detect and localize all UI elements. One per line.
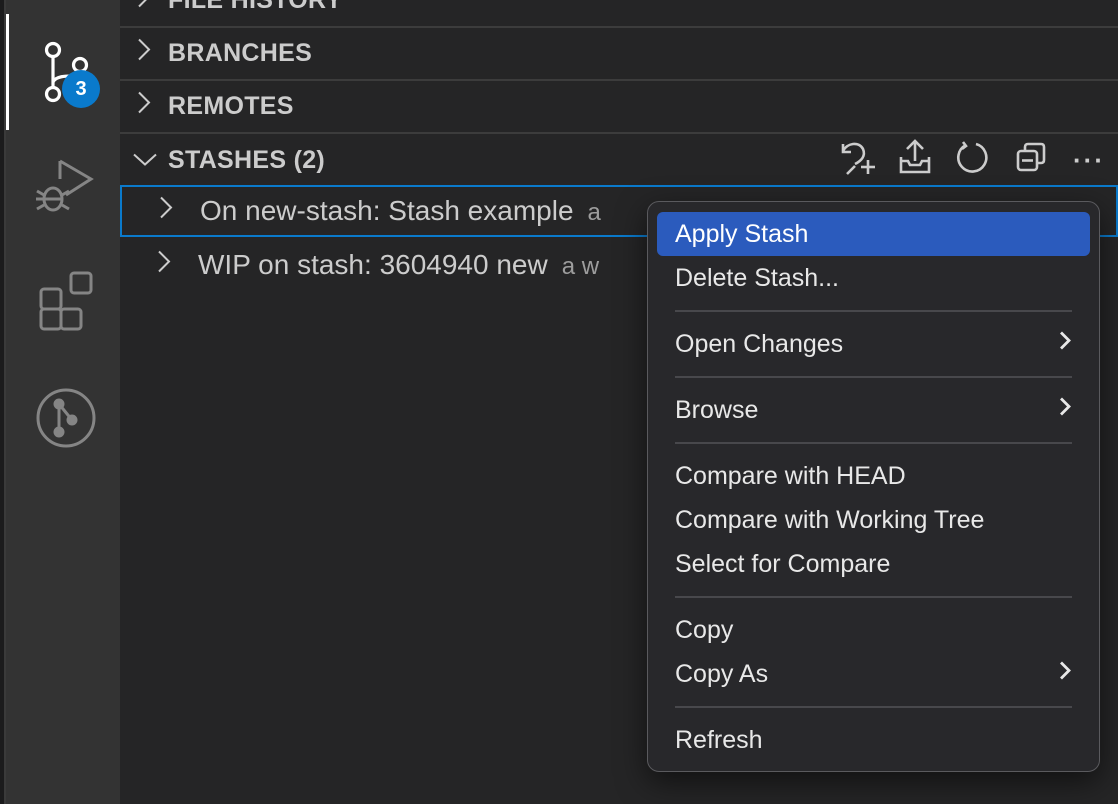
menu-item-select-for-compare[interactable]: Select for Compare [657, 542, 1090, 586]
menu-separator [657, 432, 1090, 454]
chevron-right-icon [1058, 330, 1072, 359]
section-title: STASHES (2) [168, 145, 326, 174]
extensions-icon [33, 267, 99, 333]
menu-item-label: Browse [675, 395, 759, 424]
context-menu: Apply Stash Delete Stash... Open Changes… [647, 201, 1100, 772]
apply-stash-button[interactable] [886, 134, 944, 186]
menu-separator [657, 366, 1090, 388]
menu-item-delete-stash[interactable]: Delete Stash... [657, 256, 1090, 300]
menu-item-label: Refresh [675, 725, 763, 754]
stash-changes-button[interactable] [828, 134, 886, 186]
menu-item-label: Delete Stash... [675, 263, 839, 292]
section-remotes[interactable]: REMOTES [120, 79, 1118, 131]
vscode-window: 3 BRANCHES REMOTES STASHES (2) ··· On ne… [0, 0, 1118, 804]
chevron-right-icon [1058, 660, 1072, 689]
ellipsis-icon: ··· [1073, 144, 1105, 175]
section-title: FILE HISTORY [168, 0, 342, 15]
active-indicator [6, 14, 9, 130]
activity-run-and-debug[interactable] [28, 146, 104, 222]
refresh-button[interactable] [944, 134, 1002, 186]
menu-separator [657, 696, 1090, 718]
stash-message: WIP on stash: 3604940 new [198, 249, 548, 280]
stash-label: On new-stash: Stash example a [200, 195, 601, 227]
menu-item-compare-with-head[interactable]: Compare with HEAD [657, 454, 1090, 498]
stash-message: On new-stash: Stash example [200, 195, 574, 226]
menu-item-label: Apply Stash [675, 219, 809, 248]
menu-item-compare-with-working-tree[interactable]: Compare with Working Tree [657, 498, 1090, 542]
chevron-down-icon [132, 146, 158, 175]
menu-item-label: Compare with HEAD [675, 461, 906, 490]
stash-add-icon [837, 138, 877, 183]
gitlens-icon [35, 387, 97, 449]
section-title: BRANCHES [168, 38, 313, 67]
chevron-right-icon [1058, 396, 1072, 425]
section-title: REMOTES [168, 91, 294, 120]
source-control-badge: 3 [62, 70, 100, 108]
menu-item-apply-stash[interactable]: Apply Stash [657, 212, 1090, 256]
menu-item-label: Copy [675, 615, 734, 644]
debug-alt-icon [33, 149, 99, 219]
menu-item-label: Open Changes [675, 329, 844, 358]
section-file-history[interactable]: FILE HISTORY [120, 0, 1118, 26]
stashes-toolbar: ··· [828, 134, 1118, 186]
refresh-icon [956, 140, 990, 181]
menu-item-label: Copy As [675, 659, 769, 688]
menu-item-copy-as[interactable]: Copy As [657, 652, 1090, 696]
activity-extensions[interactable] [28, 262, 104, 338]
activity-bar: 3 [6, 0, 120, 804]
chevron-right-icon [136, 0, 152, 17]
chevron-right-icon [156, 249, 172, 282]
section-branches[interactable]: BRANCHES [120, 26, 1118, 78]
chevron-right-icon [158, 195, 174, 228]
menu-item-browse[interactable]: Browse [657, 388, 1090, 432]
stash-label: WIP on stash: 3604940 new a w [198, 249, 599, 281]
activity-gitlens[interactable] [28, 380, 104, 456]
menu-separator [657, 586, 1090, 608]
section-stashes[interactable]: STASHES (2) ··· [120, 132, 1118, 186]
menu-item-label: Compare with Working Tree [675, 505, 985, 534]
menu-item-open-changes[interactable]: Open Changes [657, 322, 1090, 366]
collapse-all-icon [1015, 141, 1047, 180]
collapse-all-button[interactable] [1002, 134, 1060, 186]
menu-item-refresh[interactable]: Refresh [657, 718, 1090, 762]
menu-item-label: Select for Compare [675, 549, 891, 578]
menu-item-copy[interactable]: Copy [657, 608, 1090, 652]
stash-description: a [587, 199, 601, 226]
stash-apply-icon [898, 138, 932, 182]
chevron-right-icon [136, 37, 152, 70]
menu-separator [657, 300, 1090, 322]
chevron-right-icon [136, 90, 152, 123]
more-actions-button[interactable]: ··· [1060, 134, 1118, 186]
stash-description: a w [561, 253, 600, 280]
